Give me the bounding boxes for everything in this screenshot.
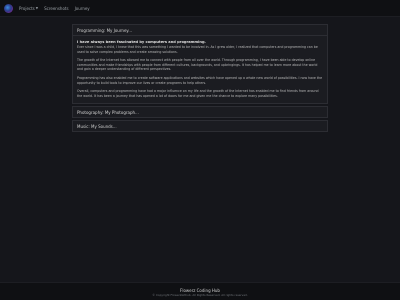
accordion-music-title: Music: My Sounds...	[77, 123, 117, 129]
page: Projects ▼ Screenshots Journey Programmi…	[0, 0, 400, 300]
top-navbar: Projects ▼ Screenshots Journey	[0, 0, 400, 17]
accordion-programming: Programming: My Journey... I have always…	[72, 24, 328, 105]
accordion-programming-title: Programming: My Journey...	[77, 27, 133, 33]
nav-projects-dropdown[interactable]: Projects ▼	[19, 6, 38, 11]
accordion-programming-header[interactable]: Programming: My Journey...	[73, 25, 327, 36]
programming-paragraph-1: Ever since I was a child, I knew that th…	[77, 45, 318, 54]
programming-paragraph-4: Overall, computers and programming have …	[77, 89, 319, 98]
nav-projects-label: Projects	[19, 5, 35, 11]
site-logo-icon[interactable]	[4, 3, 13, 13]
programming-paragraph-3: Programming has also enabled me to creat…	[77, 75, 323, 85]
accordion-panel: Programming: My Journey... I have always…	[72, 24, 328, 134]
accordion-photography-header[interactable]: Photography: My Photograph...	[73, 107, 327, 117]
nav-screenshots-link[interactable]: Screenshots	[44, 6, 68, 11]
accordion-music-header[interactable]: Music: My Sounds...	[73, 121, 327, 131]
programming-lead-text: I have always been fascinated by compute…	[77, 40, 206, 44]
footer-copyright: © Copyright FlowerzGithub. All Rights Re…	[152, 292, 248, 297]
accordion-programming-body: I have always been fascinated by compute…	[73, 36, 327, 103]
chevron-down-icon: ▼	[35, 6, 39, 10]
nav-journey-label: Journey	[74, 5, 90, 11]
nav-screenshots-label: Screenshots	[44, 5, 69, 11]
nav-journey-link[interactable]: Journey	[75, 6, 90, 11]
accordion-photography-title: Photography: My Photograph...	[77, 109, 139, 115]
programming-paragraph-2: The growth of the Internet has allowed m…	[77, 58, 318, 72]
accordion-music: Music: My Sounds...	[72, 120, 328, 133]
accordion-photography: Photography: My Photograph...	[72, 106, 328, 119]
site-footer: Flowerz Coding Hub © Copyright FlowerzGi…	[0, 282, 400, 300]
